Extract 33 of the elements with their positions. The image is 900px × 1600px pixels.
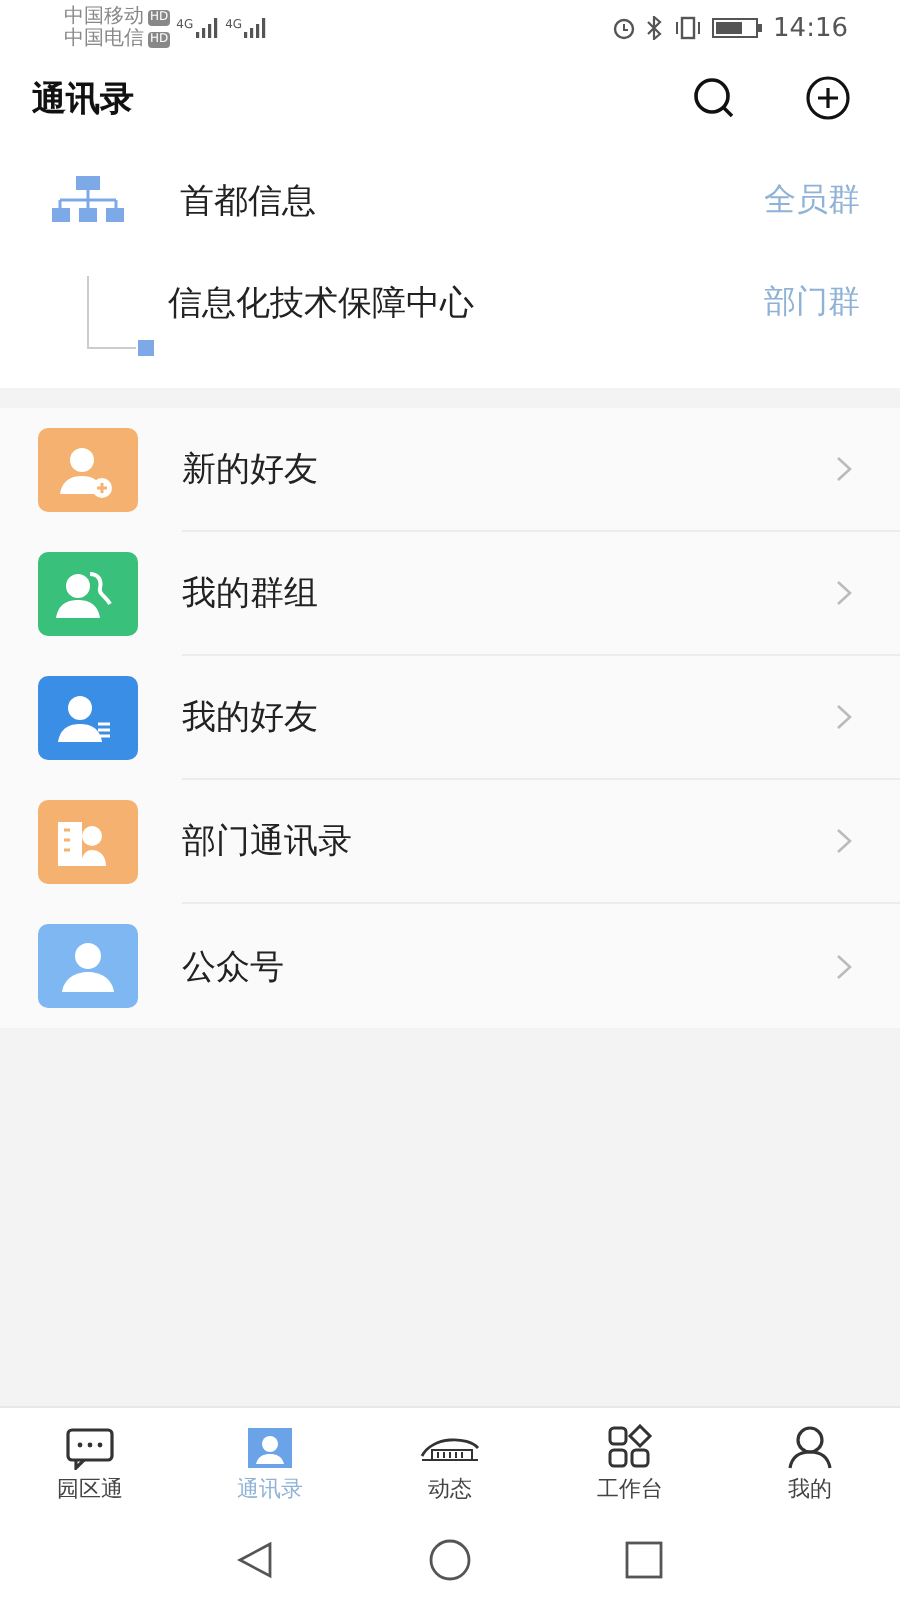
- clock-time: 14:16: [773, 13, 848, 43]
- carrier-name: 中国电信: [64, 28, 144, 50]
- list-item[interactable]: 公众号: [182, 904, 900, 1028]
- signal-icon: [195, 18, 220, 38]
- back-icon[interactable]: [236, 1540, 276, 1580]
- tab[interactable]: 工作台: [540, 1408, 720, 1520]
- chat-icon: [60, 1424, 120, 1470]
- department-name[interactable]: 信息化技术保障中心: [168, 279, 764, 325]
- battery-icon: [711, 16, 764, 40]
- list-item[interactable]: 我的好友: [182, 656, 900, 780]
- page-title: 通讯录: [32, 77, 134, 121]
- org-name[interactable]: 首都信息: [180, 177, 764, 223]
- recents-icon[interactable]: [624, 1540, 664, 1580]
- tab[interactable]: 园区通: [0, 1408, 180, 1520]
- tab[interactable]: 动态: [360, 1408, 540, 1520]
- alarm-icon: [611, 16, 636, 40]
- list-item[interactable]: 我的群组: [182, 532, 900, 656]
- add-icon[interactable]: [804, 74, 852, 122]
- chevron-right-icon: [836, 580, 852, 606]
- carrier-name: 中国移动: [64, 6, 144, 28]
- chevron-right-icon: [836, 704, 852, 730]
- list-item[interactable]: 新的好友: [182, 408, 900, 532]
- signal-icon: [244, 18, 269, 38]
- list-item[interactable]: 部门通讯录: [182, 780, 900, 904]
- vibrate-icon: [673, 16, 702, 40]
- org-chart-icon: [52, 176, 124, 224]
- chevron-right-icon: [836, 828, 852, 854]
- chevron-right-icon: [836, 953, 852, 979]
- tab[interactable]: 我的: [720, 1408, 900, 1520]
- chevron-right-icon: [836, 456, 852, 482]
- home-icon[interactable]: [428, 1538, 472, 1582]
- bluetooth-icon: [645, 16, 664, 40]
- search-icon[interactable]: [692, 76, 736, 120]
